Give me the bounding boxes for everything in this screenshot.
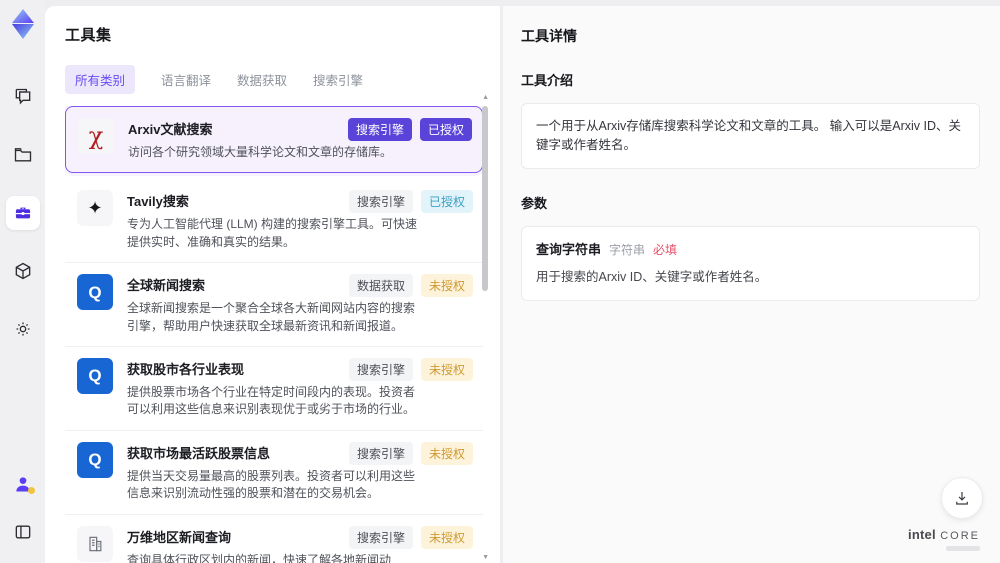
tavily-star-icon: ✦: [77, 190, 113, 227]
panel-collapse-icon[interactable]: [6, 515, 40, 549]
user-avatar-icon[interactable]: [6, 467, 40, 501]
param-type: 字符串: [609, 242, 646, 257]
tool-card-tavily[interactable]: ✦ Tavily搜索 专为人工智能代理 (LLM) 构建的搜索引擎工具。可快速提…: [65, 179, 483, 264]
tool-card-global-news[interactable]: Q 全球新闻搜索 全球新闻搜索是一个聚合全球各大新闻网站内容的搜索引擎，帮助用户…: [65, 263, 483, 347]
tab-language-translation[interactable]: 语言翻译: [161, 65, 211, 94]
tool-detail-panel: 工具详情 工具介绍 一个用于从Arxiv存储库搜索科学论文和文章的工具。 输入可…: [503, 6, 1000, 563]
page-title: 工具集: [65, 27, 112, 44]
category-badge: 搜索引擎: [348, 525, 413, 549]
tool-description: 提供当天交易量最高的股票列表。投资者可以利用这些信息来识别流动性强的股票和潜在的…: [127, 468, 416, 501]
news-q-icon: Q: [77, 357, 113, 394]
tool-list-panel: 工具集 所有类别 语言翻译 数据获取 搜索引擎 χ Arxiv文献搜索 访问各个…: [45, 6, 500, 563]
app-logo-icon: [11, 9, 34, 39]
category-badge: 搜索引擎: [348, 357, 413, 381]
tool-card-sector-performance[interactable]: Q 获取股市各行业表现 提供股票市场各个行业在特定时间段内的表现。投资者可以利用…: [65, 346, 483, 431]
category-badge: 搜索引擎: [348, 190, 413, 214]
category-badge: 搜索引擎: [347, 118, 412, 141]
list-scrollbar[interactable]: [482, 106, 488, 551]
params-heading: 参数: [521, 195, 548, 211]
building-icon: [77, 525, 113, 562]
intro-heading: 工具介绍: [521, 73, 574, 88]
param-description: 用于搜索的Arxiv ID、关键字或作者姓名。: [536, 270, 768, 284]
core-wordmark: core: [940, 530, 980, 542]
tool-card-regional-news[interactable]: 万维地区新闻查询 查询具体行政区划内的新闻，快速了解各地新闻动 搜索引擎 未授权: [65, 514, 483, 563]
chat-icon[interactable]: [6, 80, 40, 114]
intel-logo-sub-mark: [946, 546, 980, 551]
tool-badges: 数据获取 未授权: [348, 274, 473, 298]
auth-status-badge: 已授权: [420, 190, 473, 214]
tool-list: χ Arxiv文献搜索 访问各个研究领域大量科学论文和文章的存储库。 搜索引擎 …: [65, 106, 483, 563]
tool-card-arxiv[interactable]: χ Arxiv文献搜索 访问各个研究领域大量科学论文和文章的存储库。 搜索引擎 …: [65, 106, 483, 174]
arxiv-logo-icon: χ: [78, 118, 114, 154]
category-badge: 数据获取: [348, 274, 413, 298]
app-root: 工具集 所有类别 语言翻译 数据获取 搜索引擎 χ Arxiv文献搜索 访问各个…: [0, 0, 1000, 563]
scrollbar-down-arrow[interactable]: ▼: [482, 554, 489, 561]
tab-search-engine[interactable]: 搜索引擎: [313, 65, 363, 94]
tool-badges: 搜索引擎 未授权: [348, 441, 473, 465]
param-header: 查询字符串 字符串 必填: [536, 240, 965, 260]
tool-description: 访问各个研究领域大量科学论文和文章的存储库。: [128, 145, 393, 159]
download-icon: [956, 492, 968, 505]
intel-core-logo: intel core: [908, 527, 980, 551]
package-icon[interactable]: [6, 254, 40, 288]
auth-status-badge: 未授权: [420, 274, 473, 298]
settings-gear-icon[interactable]: [6, 312, 40, 346]
sidebar-bottom: [6, 467, 40, 549]
detail-title: 工具详情: [521, 28, 577, 44]
news-q-icon: Q: [77, 441, 113, 478]
param-required-badge: 必填: [653, 242, 678, 257]
download-button[interactable]: [941, 477, 983, 519]
tab-data-acquisition[interactable]: 数据获取: [237, 65, 287, 94]
tool-badges: 搜索引擎 未授权: [348, 357, 473, 381]
tool-description: 提供股票市场各个行业在特定时间段内的表现。投资者可以利用这些信息来识别表现优于或…: [127, 384, 416, 417]
intel-wordmark: intel: [908, 527, 936, 542]
category-badge: 搜索引擎: [348, 441, 413, 465]
tool-badges: 搜索引擎 已授权: [347, 118, 472, 141]
sidebar-nav: [5, 80, 40, 346]
scrollbar-thumb[interactable]: [482, 106, 488, 291]
category-tabs: 所有类别 语言翻译 数据获取 搜索引擎: [65, 65, 500, 94]
tool-badges: 搜索引擎 未授权: [348, 525, 473, 549]
auth-status-badge: 已授权: [419, 118, 472, 141]
user-status-dot: [27, 487, 35, 494]
sidebar: [0, 0, 45, 563]
tool-description: 专为人工智能代理 (LLM) 构建的搜索引擎工具。可快速提供实时、准确和真实的结…: [127, 217, 418, 249]
tool-badges: 搜索引擎 已授权: [348, 190, 473, 214]
intro-box: 一个用于从Arxiv存储库搜索科学论文和文章的工具。 输入可以是Arxiv ID…: [521, 103, 980, 169]
scrollbar-up-arrow[interactable]: ▲: [482, 94, 489, 101]
tool-description: 查询具体行政区划内的新闻，快速了解各地新闻动: [127, 552, 392, 563]
auth-status-badge: 未授权: [420, 525, 473, 549]
folder-icon[interactable]: [6, 138, 40, 172]
tab-all-categories[interactable]: 所有类别: [65, 65, 136, 94]
auth-status-badge: 未授权: [420, 441, 473, 465]
param-name: 查询字符串: [536, 241, 602, 257]
tool-description: 全球新闻搜索是一个聚合全球各大新闻网站内容的搜索引擎，帮助用户快速获取全球最新资…: [127, 301, 416, 333]
param-box: 查询字符串 字符串 必填 用于搜索的Arxiv ID、关键字或作者姓名。: [521, 225, 980, 301]
intro-text: 一个用于从Arxiv存储库搜索科学论文和文章的工具。 输入可以是Arxiv ID…: [536, 119, 962, 152]
auth-status-badge: 未授权: [420, 357, 473, 381]
toolbox-icon[interactable]: [5, 196, 40, 230]
news-q-icon: Q: [77, 274, 113, 311]
tool-card-active-stocks[interactable]: Q 获取市场最活跃股票信息 提供当天交易量最高的股票列表。投资者可以利用这些信息…: [65, 430, 483, 515]
